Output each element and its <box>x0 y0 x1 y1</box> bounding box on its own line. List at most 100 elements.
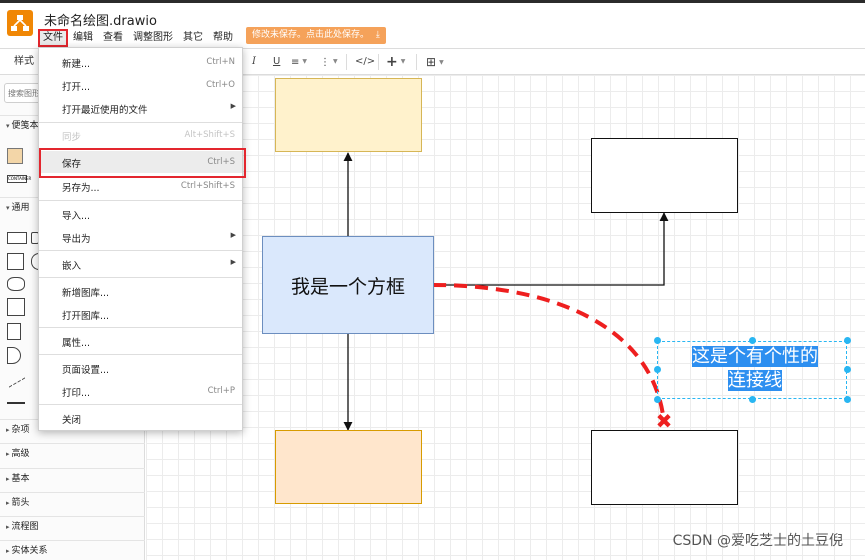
resize-handle[interactable] <box>844 366 851 373</box>
menu-item-label: 导入... <box>62 211 91 222</box>
resize-handle[interactable] <box>654 337 661 344</box>
resize-handle[interactable] <box>654 366 661 373</box>
menu-help[interactable]: 帮助 <box>208 29 238 47</box>
menu-item-shortcut: Ctrl+O <box>206 80 235 90</box>
download-icon: ⤓ <box>375 30 380 40</box>
table-dropdown[interactable]: ⊞ ▼ <box>426 54 444 70</box>
center-box-label: 我是一个方框 <box>290 275 405 298</box>
menu-item-new[interactable]: 新建... Ctrl+N <box>39 51 242 73</box>
menu-item-open-library[interactable]: 打开图库... <box>39 303 242 325</box>
menu-item-close[interactable]: 关闭 <box>39 407 242 429</box>
menu-edit[interactable]: 编辑 <box>68 29 98 47</box>
header: 未命名绘图.drawio 文件 编辑 查看 调整图形 其它 帮助 修改未保存。点… <box>0 0 865 48</box>
more-format-dropdown[interactable]: ⋮ ▼ <box>320 54 338 70</box>
edge-label-line2: 连接线 <box>728 370 782 391</box>
section-arrows[interactable]: 箭头 <box>0 492 145 514</box>
menubar: 文件 编辑 查看 调整图形 其它 帮助 <box>38 29 238 47</box>
menu-item-shortcut: Ctrl+N <box>206 57 235 67</box>
menu-item-save-as[interactable]: 另存为... Ctrl+Shift+S <box>39 175 242 197</box>
menu-item-open-recent[interactable]: 打开最近使用的文件 ▶ <box>39 97 242 119</box>
bottom-orange-box[interactable] <box>275 430 422 504</box>
top-strip <box>0 0 865 3</box>
chevron-down-icon: ▼ <box>302 58 308 65</box>
section-advanced[interactable]: 高级 <box>0 443 145 465</box>
menu-item-import[interactable]: 导入... <box>39 203 242 225</box>
container-shape-label: CONTAINER <box>8 176 32 181</box>
align-dropdown[interactable]: ≡ ▼ <box>291 54 307 70</box>
italic-button[interactable]: I <box>252 54 256 70</box>
menu-item-properties[interactable]: 属性... <box>39 330 242 352</box>
dashed-line-shape[interactable] <box>9 366 25 388</box>
right-top-box[interactable] <box>591 138 738 213</box>
center-box[interactable]: 我是一个方框 <box>262 236 434 334</box>
insert-dropdown[interactable]: + ▼ <box>386 54 405 70</box>
align-icon: ≡ <box>291 57 300 68</box>
menu-item-shortcut: Alt+Shift+S <box>184 130 235 140</box>
section-entity-relation[interactable]: 实体关系 <box>0 540 145 560</box>
edge-label-line1: 这是个有个性的 <box>692 346 818 367</box>
menu-extras[interactable]: 其它 <box>178 29 208 47</box>
delay-shape[interactable] <box>7 347 21 364</box>
section-label: 实体关系 <box>11 546 48 556</box>
section-flowchart[interactable]: 流程图 <box>0 516 145 538</box>
scratchpad-container-shape[interactable]: CONTAINER <box>7 175 31 183</box>
section-label: 便笺本 <box>11 121 39 131</box>
menu-view[interactable]: 查看 <box>98 29 128 47</box>
menu-divider <box>39 250 242 251</box>
menu-item-label: 新增图库... <box>62 288 110 299</box>
resize-handle[interactable] <box>749 337 756 344</box>
section-label: 高级 <box>11 449 30 459</box>
toolbar-divider <box>378 54 379 70</box>
underline-button[interactable]: U <box>273 54 280 70</box>
top-yellow-box[interactable] <box>275 78 422 152</box>
menu-item-label: 嵌入 <box>62 261 82 272</box>
drawing-canvas[interactable] <box>146 75 865 560</box>
menu-item-label: 打印... <box>62 388 91 399</box>
right-bottom-box[interactable] <box>591 430 738 505</box>
menu-divider <box>39 327 242 328</box>
edge-label-text[interactable]: 这是个有个性的 连接线 <box>671 345 839 393</box>
menu-arrange[interactable]: 调整图形 <box>128 29 178 47</box>
square-shape[interactable] <box>7 253 24 270</box>
document-shape[interactable] <box>7 323 21 340</box>
hexagon-shape[interactable] <box>7 277 25 291</box>
menu-item-export-as[interactable]: 导出为 ▶ <box>39 226 242 248</box>
resize-handle[interactable] <box>844 396 851 403</box>
chevron-right-icon: ▶ <box>230 231 236 239</box>
resize-handle[interactable] <box>749 396 756 403</box>
menu-item-label: 打开... <box>62 82 91 93</box>
menu-item-shortcut: Ctrl+P <box>207 386 235 396</box>
scratchpad-shape[interactable] <box>7 148 23 164</box>
resize-handle[interactable] <box>654 396 661 403</box>
document-title[interactable]: 未命名绘图.drawio <box>44 10 157 29</box>
unsaved-changes-button[interactable]: 修改未保存。点击此处保存。 ⤓ <box>246 27 386 44</box>
rectangle-shape[interactable] <box>7 232 27 244</box>
menu-item-embed[interactable]: 嵌入 ▶ <box>39 253 242 275</box>
drawio-window: 未命名绘图.drawio 文件 编辑 查看 调整图形 其它 帮助 修改未保存。点… <box>0 0 865 560</box>
drawio-logo-icon <box>7 10 33 36</box>
line-shape[interactable] <box>7 402 25 404</box>
csdn-watermark: CSDN @爱吃芝士的土豆倪 <box>672 533 843 549</box>
section-label: 箭头 <box>11 498 30 508</box>
menu-item-new-library[interactable]: 新增图库... <box>39 280 242 302</box>
menu-item-label: 同步 <box>62 132 82 143</box>
menu-file[interactable]: 文件 <box>38 29 68 47</box>
section-basic[interactable]: 基本 <box>0 468 145 490</box>
toolbar-divider <box>416 54 417 70</box>
menu-item-label: 页面设置... <box>62 365 110 376</box>
container-shape[interactable] <box>7 298 25 316</box>
section-label: 通用 <box>11 203 30 213</box>
save-notice-text: 修改未保存。点击此处保存。 <box>252 30 370 40</box>
menu-item-sync: 同步 Alt+Shift+S <box>39 124 242 146</box>
menu-item-page-setup[interactable]: 页面设置... <box>39 357 242 379</box>
resize-handle[interactable] <box>844 337 851 344</box>
edge-label-selection[interactable]: 这是个有个性的 连接线 <box>657 341 847 399</box>
chevron-down-icon: ▼ <box>439 58 444 66</box>
menu-item-print[interactable]: 打印... Ctrl+P <box>39 380 242 402</box>
code-button[interactable]: </> <box>355 54 375 70</box>
chevron-right-icon: ▶ <box>230 102 236 110</box>
menu-item-open[interactable]: 打开... Ctrl+O <box>39 74 242 96</box>
menu-divider <box>39 404 242 405</box>
menu-divider <box>39 122 242 123</box>
menu-divider <box>39 354 242 355</box>
